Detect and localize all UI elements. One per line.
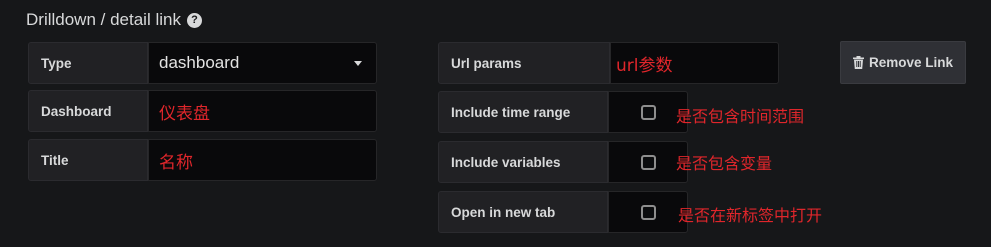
url-params-label: Url params <box>438 42 610 84</box>
dashboard-input[interactable]: 仪表盘 <box>148 90 377 132</box>
remove-link-button[interactable]: Remove Link <box>840 41 966 84</box>
open-new-tab-field <box>608 191 688 233</box>
section-title: Drilldown / detail link ? <box>26 10 202 30</box>
include-time-range-label: Include time range <box>438 91 608 133</box>
question-circle-icon[interactable]: ? <box>186 12 202 28</box>
remove-link-label: Remove Link <box>868 55 954 70</box>
dashboard-row: Dashboard 仪表盘 <box>28 90 377 132</box>
open-new-tab-annotation: 是否在新标签中打开 <box>678 206 823 225</box>
open-new-tab-label: Open in new tab <box>438 191 608 233</box>
url-params-input[interactable]: url参数 <box>610 42 779 84</box>
type-select[interactable]: dashboard <box>148 42 377 84</box>
url-params-annotation: url参数 <box>616 55 673 76</box>
title-input[interactable]: 名称 <box>148 139 377 181</box>
include-time-range-row: Include time range <box>438 91 688 133</box>
caret-down-icon <box>354 61 362 66</box>
dashboard-annotation: 仪表盘 <box>159 103 210 124</box>
include-variables-label: Include variables <box>438 141 608 183</box>
type-label: Type <box>28 42 148 84</box>
type-select-value: dashboard <box>159 53 240 72</box>
section-title-text: Drilldown / detail link <box>26 10 181 29</box>
open-new-tab-row: Open in new tab <box>438 191 688 233</box>
title-row: Title 名称 <box>28 139 377 181</box>
dashboard-label: Dashboard <box>28 90 148 132</box>
include-variables-annotation: 是否包含变量 <box>676 154 773 173</box>
include-time-range-annotation: 是否包含时间范围 <box>676 107 805 126</box>
include-time-range-checkbox[interactable] <box>640 104 656 120</box>
include-variables-row: Include variables <box>438 141 688 183</box>
trash-icon <box>852 56 864 69</box>
type-row: Type dashboard <box>28 42 377 84</box>
include-variables-checkbox[interactable] <box>640 154 656 170</box>
open-new-tab-checkbox[interactable] <box>640 204 656 220</box>
title-annotation: 名称 <box>159 152 193 173</box>
url-params-row: Url params url参数 <box>438 42 779 84</box>
title-label: Title <box>28 139 148 181</box>
